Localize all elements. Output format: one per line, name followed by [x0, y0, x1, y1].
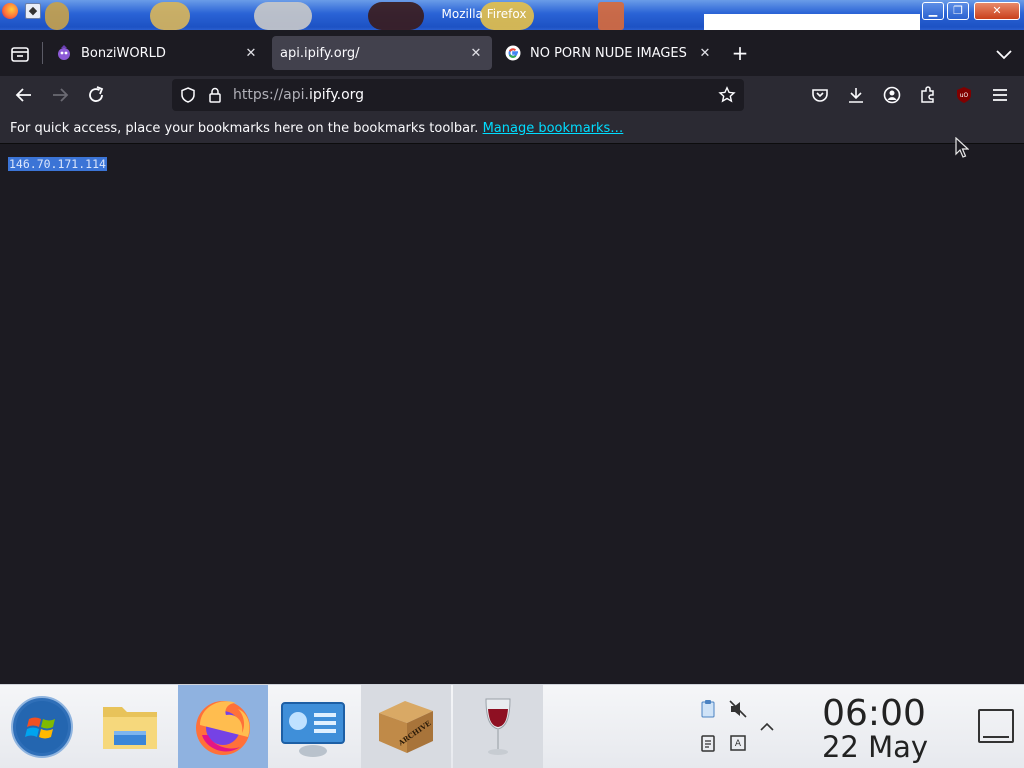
- firefox[interactable]: [178, 685, 268, 768]
- clipboard-icon[interactable]: [698, 699, 718, 719]
- url-host: ipify.org: [309, 87, 365, 103]
- maximize-button[interactable]: ❐: [947, 2, 969, 20]
- volume-muted-icon[interactable]: [728, 699, 748, 719]
- back-icon[interactable]: [12, 83, 36, 107]
- file-manager[interactable]: [88, 685, 178, 768]
- list-all-tabs-icon[interactable]: [992, 42, 1016, 66]
- bookmark-star-icon[interactable]: [718, 86, 736, 104]
- reload-icon[interactable]: [84, 83, 108, 107]
- manage-bookmarks-link[interactable]: Manage bookmarks…: [483, 121, 624, 136]
- bookmarks-toolbar: For quick access, place your bookmarks h…: [0, 114, 1024, 144]
- navigation-toolbar: https://api.ipify.org uO: [0, 76, 1024, 114]
- tab-title: BonziWORLD: [81, 45, 166, 61]
- clock-date[interactable]: 22 May 2024: [782, 729, 968, 768]
- mouse-cursor-icon: [955, 137, 969, 158]
- firefox-view-icon[interactable]: [8, 42, 32, 66]
- close-tab-icon[interactable]: ✕: [695, 46, 715, 61]
- url-prefix: https://api.: [233, 87, 309, 103]
- firefox-icon: [196, 701, 250, 755]
- tab-separator: [42, 42, 43, 64]
- svg-text:A: A: [735, 739, 742, 749]
- show-desktop-button[interactable]: [978, 709, 1014, 743]
- keyboard-layout-icon[interactable]: A: [728, 733, 748, 753]
- start-orb[interactable]: [0, 685, 90, 768]
- url-bar[interactable]: https://api.ipify.org: [172, 79, 744, 111]
- tab-title: NO PORN NUDE IMAGES: [530, 45, 687, 61]
- bookmarks-hint-text: For quick access, place your bookmarks h…: [10, 121, 479, 136]
- tab-title: api.ipify.org/: [280, 45, 360, 61]
- extensions-icon[interactable]: [916, 83, 940, 107]
- url-text[interactable]: https://api.ipify.org: [233, 87, 364, 103]
- menu-icon[interactable]: [988, 83, 1012, 107]
- close-button[interactable]: ✕: [974, 2, 1020, 20]
- tab-search[interactable]: NO PORN NUDE IMAGES ✕: [497, 36, 721, 70]
- settings-panel-icon: [281, 702, 345, 757]
- new-tab-button[interactable]: +: [728, 42, 752, 66]
- wine-glass-icon: [485, 698, 511, 755]
- tab-ipify[interactable]: api.ipify.org/ ✕: [272, 36, 492, 70]
- expand-tray-icon[interactable]: [757, 717, 777, 737]
- notes-icon[interactable]: [698, 733, 718, 753]
- start-orb-icon: [11, 696, 73, 758]
- google-icon: [505, 45, 521, 61]
- forward-icon[interactable]: [48, 83, 72, 107]
- archive-box-icon: ARCHIVE: [379, 701, 433, 753]
- wine[interactable]: [453, 685, 543, 768]
- taskbar: ARCHIVE A 06:00 22 May 2024: [0, 684, 1024, 768]
- pocket-icon[interactable]: [808, 83, 832, 107]
- tab-strip: BonziWORLD ✕ api.ipify.org/ ✕ NO PORN NU…: [0, 30, 1024, 76]
- page-content: 146.70.171.114: [0, 145, 1024, 684]
- account-icon[interactable]: [880, 83, 904, 107]
- bonzi-icon: [58, 45, 70, 60]
- window-titlebar: ◆ Mozilla Firefox ▁ ❐ ✕: [0, 0, 1024, 30]
- minimize-button[interactable]: ▁: [922, 2, 944, 20]
- lock-icon[interactable]: [206, 86, 224, 104]
- system-settings[interactable]: [268, 685, 358, 768]
- folder-icon: [103, 707, 157, 749]
- svg-text:uO: uO: [960, 92, 969, 99]
- tab-bonziworld[interactable]: BonziWORLD ✕: [45, 36, 267, 70]
- archive-manager[interactable]: ARCHIVE: [361, 685, 451, 768]
- ip-address-text[interactable]: 146.70.171.114: [8, 157, 107, 171]
- close-tab-icon[interactable]: ✕: [466, 46, 486, 61]
- close-tab-icon[interactable]: ✕: [241, 46, 261, 61]
- shield-icon[interactable]: [179, 86, 197, 104]
- downloads-icon[interactable]: [844, 83, 868, 107]
- ublock-icon[interactable]: uO: [952, 83, 976, 107]
- titlebar-blank-area: [704, 14, 920, 30]
